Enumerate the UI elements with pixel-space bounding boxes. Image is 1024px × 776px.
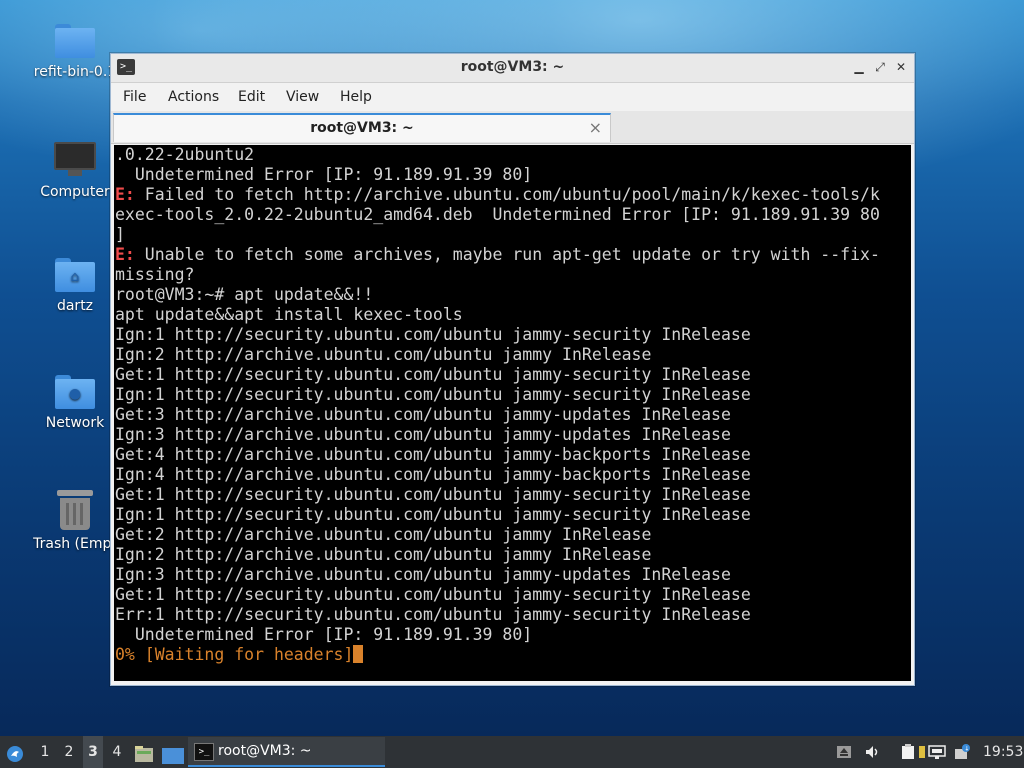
error-prefix: E: [115, 185, 135, 204]
menu-edit[interactable]: Edit [238, 89, 265, 105]
terminal-line: Ign:1 http://security.ubuntu.com/ubuntu … [115, 325, 751, 344]
folder-icon [55, 24, 95, 58]
menu-view[interactable]: View [286, 89, 319, 105]
terminal-line: 0% [Waiting for headers] [115, 645, 880, 665]
terminal-line: Get:2 http://archive.ubuntu.com/ubuntu j… [115, 525, 652, 544]
terminal-cursor [353, 645, 364, 663]
window-titlebar[interactable]: >_ root@VM3: ~ ▁ ⤢ ✕ [111, 54, 914, 83]
network-icon[interactable] [928, 744, 946, 760]
terminal-line: Ign:1 http://security.ubuntu.com/ubuntu … [115, 385, 751, 404]
workspace-1[interactable]: 1 [35, 736, 55, 768]
file-manager-icon[interactable] [134, 743, 154, 762]
terminal-line-text: Unable to fetch some archives, maybe run… [134, 245, 880, 264]
tab-label: root@VM3: ~ [310, 120, 414, 136]
taskbar: 1 2 3 4 >_ root@VM3: ~ ↓ 19:53 [0, 736, 1024, 768]
updates-icon[interactable]: ↓ [954, 744, 970, 760]
terminal-line: E: Failed to fetch http://archive.ubuntu… [115, 185, 880, 205]
terminal-line: ] [115, 225, 125, 244]
clipboard-icon[interactable] [900, 744, 916, 760]
menu-help[interactable]: Help [340, 89, 372, 105]
terminal-line: Ign:4 http://archive.ubuntu.com/ubuntu j… [115, 465, 751, 484]
terminal-line-text: Failed to fetch http://archive.ubuntu.co… [134, 185, 880, 204]
terminal-line: E: Unable to fetch some archives, maybe … [115, 245, 880, 265]
terminal-line: Get:3 http://archive.ubuntu.com/ubuntu j… [115, 405, 731, 424]
terminal-line: Ign:1 http://security.ubuntu.com/ubuntu … [115, 505, 751, 524]
terminal-line: Get:4 http://archive.ubuntu.com/ubuntu j… [115, 445, 751, 464]
terminal-line: missing? [115, 265, 195, 284]
desktop: refit-bin-0.1 Computer ⌂ dartz ● Network… [0, 0, 1024, 736]
terminal-lines: .0.22-2ubuntu2 Undetermined Error [IP: 9… [115, 145, 880, 665]
terminal-line: Undetermined Error [IP: 91.189.91.39 80] [115, 165, 533, 184]
minimize-button[interactable]: ▁ [851, 59, 867, 75]
workspace-4[interactable]: 4 [107, 736, 127, 768]
svg-text:↓: ↓ [964, 746, 969, 753]
tab-root-vm3[interactable]: root@VM3: ~ × [113, 113, 611, 142]
terminal-line: Get:1 http://security.ubuntu.com/ubuntu … [115, 365, 751, 384]
keyboard-icon[interactable] [836, 744, 852, 760]
terminal-output[interactable]: .0.22-2ubuntu2 Undetermined Error [IP: 9… [114, 145, 911, 681]
tab-bar: root@VM3: ~ × [111, 111, 914, 144]
workspace-3[interactable]: 3 [83, 736, 103, 768]
trash-icon [57, 490, 93, 530]
close-button[interactable]: ✕ [893, 59, 909, 75]
show-desktop-icon[interactable] [162, 744, 184, 764]
home-folder-icon: ⌂ [55, 258, 95, 292]
terminal-line: .0.22-2ubuntu2 [115, 145, 255, 164]
terminal-line: Err:1 http://security.ubuntu.com/ubuntu … [115, 605, 751, 624]
volume-icon[interactable] [864, 744, 880, 760]
menubar: File Actions Edit View Help [111, 83, 914, 111]
terminal-line: Get:1 http://security.ubuntu.com/ubuntu … [115, 485, 751, 504]
taskbar-task-terminal[interactable]: >_ root@VM3: ~ [188, 737, 385, 767]
error-prefix: E: [115, 245, 135, 264]
terminal-line: Ign:3 http://archive.ubuntu.com/ubuntu j… [115, 425, 731, 444]
menu-actions[interactable]: Actions [168, 89, 219, 105]
network-folder-icon: ● [55, 375, 95, 409]
terminal-line: Undetermined Error [IP: 91.189.91.39 80] [115, 625, 533, 644]
progress-status: 0% [Waiting for headers] [115, 645, 354, 664]
window-title: root@VM3: ~ [460, 59, 565, 75]
terminal-icon: >_ [194, 743, 214, 761]
terminal-line: Ign:2 http://archive.ubuntu.com/ubuntu j… [115, 345, 652, 364]
terminal-line: apt update&&apt install kexec-tools [115, 305, 463, 324]
computer-icon [54, 142, 96, 178]
terminal-line: root@VM3:~# apt update&&!! [115, 285, 374, 304]
task-label: root@VM3: ~ [218, 743, 312, 759]
terminal-line: Ign:3 http://archive.ubuntu.com/ubuntu j… [115, 565, 731, 584]
maximize-button[interactable]: ⤢ [872, 59, 888, 75]
workspace-2[interactable]: 2 [59, 736, 79, 768]
clock: 19:53 [983, 744, 1024, 760]
terminal-line: exec-tools_2.0.22-2ubuntu2_amd64.deb Und… [115, 205, 880, 224]
terminal-line: Ign:2 http://archive.ubuntu.com/ubuntu j… [115, 545, 652, 564]
terminal-window: >_ root@VM3: ~ ▁ ⤢ ✕ File Actions Edit V… [110, 53, 915, 686]
menu-file[interactable]: File [123, 89, 146, 105]
tab-close-icon[interactable]: × [589, 118, 602, 137]
terminal-line: Get:1 http://security.ubuntu.com/ubuntu … [115, 585, 751, 604]
start-menu-icon[interactable] [6, 743, 24, 762]
